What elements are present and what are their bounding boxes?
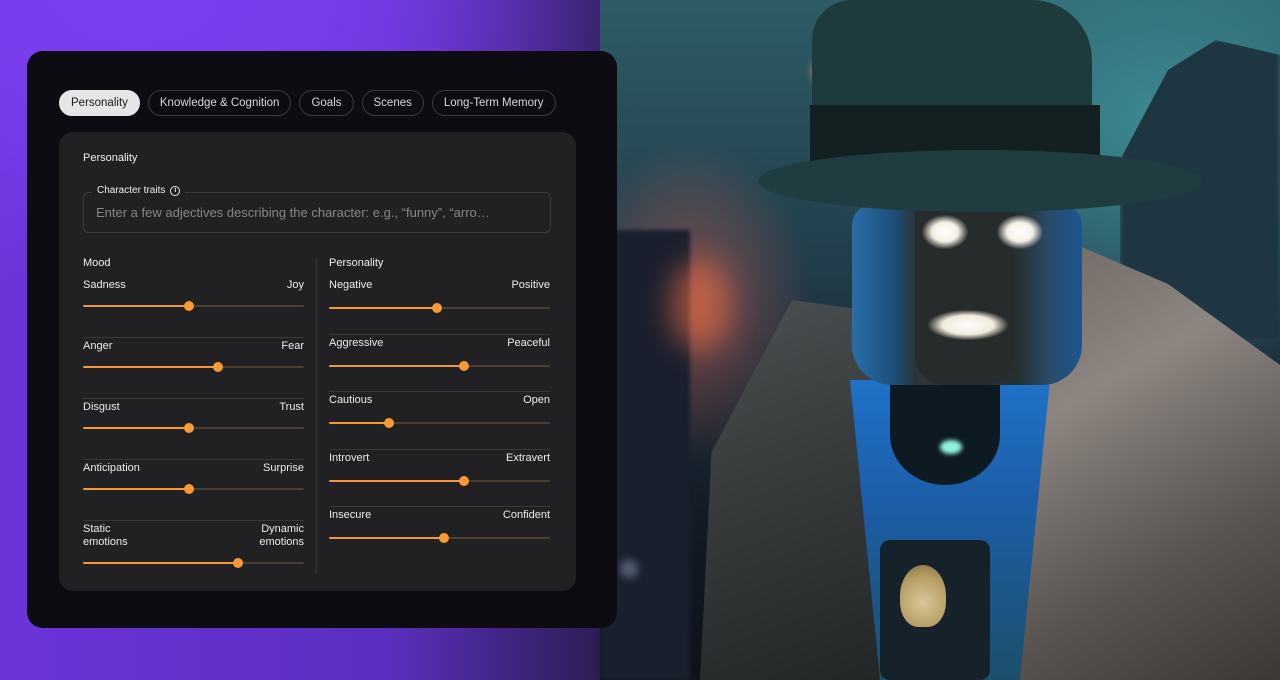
slider-fill (83, 488, 190, 490)
bokeh-light (620, 560, 638, 578)
slider-right-label: Positive (511, 279, 550, 291)
tab-knowledge-cognition[interactable]: Knowledge & Cognition (147, 90, 292, 116)
slider-track[interactable] (329, 303, 550, 313)
character-scene-image (600, 0, 1280, 680)
card-title: Personality (83, 152, 138, 164)
slider-right-label: Surprise (263, 462, 304, 474)
slider-fill (329, 422, 389, 424)
slider-left-label: Insecure (329, 509, 372, 521)
character-traits-input[interactable] (84, 193, 550, 232)
slider-left-label: Negative (329, 279, 373, 291)
slider-fill (83, 305, 190, 307)
slider-fill (83, 427, 190, 429)
slider-right-label: Confident (502, 509, 550, 521)
slider-left-label: Aggressive (329, 336, 384, 349)
slider-thumb[interactable] (232, 558, 243, 568)
slider-thumb[interactable] (458, 360, 469, 371)
neck-light (940, 440, 962, 454)
slider-row: Negative Positive (329, 277, 550, 335)
slider-thumb[interactable] (184, 423, 195, 433)
tab-goals[interactable]: Goals (299, 90, 354, 116)
tab-personality[interactable]: Personality (59, 90, 140, 116)
slider-right-label: Extravert (505, 451, 550, 464)
mood-column: Mood Sadness Joy Anger Fear Disgust Trust A… (83, 257, 304, 593)
slider-thumb[interactable] (383, 418, 394, 428)
slider-fill (329, 537, 444, 539)
slider-row: Sadness Joy (83, 277, 304, 338)
slider-thumb[interactable] (432, 303, 443, 313)
slider-right-label: Trust (279, 401, 304, 413)
slider-track[interactable] (329, 533, 550, 543)
slider-track[interactable] (83, 362, 304, 372)
slider-fill (329, 479, 464, 482)
slider-right-label: Open (523, 394, 550, 406)
slider-track[interactable] (329, 418, 550, 428)
slider-track[interactable] (83, 301, 304, 311)
slider-row: Anger Fear (83, 338, 304, 399)
column-divider (316, 257, 317, 573)
slider-track[interactable] (83, 558, 304, 568)
slider-thumb[interactable] (184, 301, 195, 311)
slider-row: Anticipation Surprise (83, 460, 304, 521)
tab-scenes[interactable]: Scenes (361, 90, 424, 116)
robot-eye-left (922, 215, 968, 249)
slider-track[interactable] (329, 475, 550, 486)
robot-eye-right (997, 215, 1043, 249)
slider-right-label: Joy (286, 279, 304, 291)
slider-fill (329, 364, 464, 367)
slider-right-label: Peaceful (507, 336, 550, 349)
slider-track[interactable] (83, 423, 304, 433)
mood-title: Mood (83, 257, 111, 269)
slider-thumb[interactable] (184, 484, 195, 494)
tab-bar: Personality Knowledge & Cognition Goals … (59, 90, 556, 116)
slider-right-label: Dynamic emotions (259, 523, 304, 548)
bokeh-light (670, 260, 730, 350)
personality-title: Personality (329, 257, 384, 269)
slider-fill (83, 366, 218, 368)
slider-row: Cautious Open (329, 392, 550, 450)
slider-row: Disgust Trust (83, 399, 304, 460)
slider-track[interactable] (83, 484, 304, 494)
personality-column: Personality Negative Positive Aggressive P… (329, 257, 550, 565)
slider-left-label: Anger (83, 340, 113, 352)
slider-left-label: Static emotions (83, 523, 128, 548)
tab-long-term-memory[interactable]: Long-Term Memory (431, 90, 556, 116)
slider-thumb[interactable] (438, 533, 449, 543)
slider-left-label: Sadness (83, 279, 126, 291)
personality-card: Personality Character traits i Mood Sadn… (59, 132, 576, 591)
robot-neck (890, 385, 1000, 485)
slider-left-label: Introvert (329, 451, 370, 464)
slider-row: Insecure Confident (329, 507, 550, 565)
slider-row: Static emotions Dynamic emotions (83, 521, 304, 593)
slider-track[interactable] (329, 360, 550, 371)
slider-left-label: Disgust (83, 401, 120, 413)
slider-right-label: Fear (281, 340, 304, 352)
slider-fill (329, 307, 438, 309)
slider-row: Aggressive Peaceful (329, 335, 550, 392)
character-traits-field: Character traits i (83, 185, 551, 233)
slider-row: Introvert Extravert (329, 450, 550, 507)
slider-left-label: Cautious (329, 394, 373, 406)
character-settings-panel: Personality Knowledge & Cognition Goals … (27, 51, 617, 628)
slider-fill (83, 562, 238, 564)
robot-mouth (928, 310, 1008, 340)
slider-thumb[interactable] (212, 362, 223, 372)
fedora-brim (758, 150, 1202, 212)
badge-icon (900, 565, 946, 627)
slider-thumb[interactable] (458, 475, 469, 486)
slider-left-label: Anticipation (83, 462, 140, 474)
